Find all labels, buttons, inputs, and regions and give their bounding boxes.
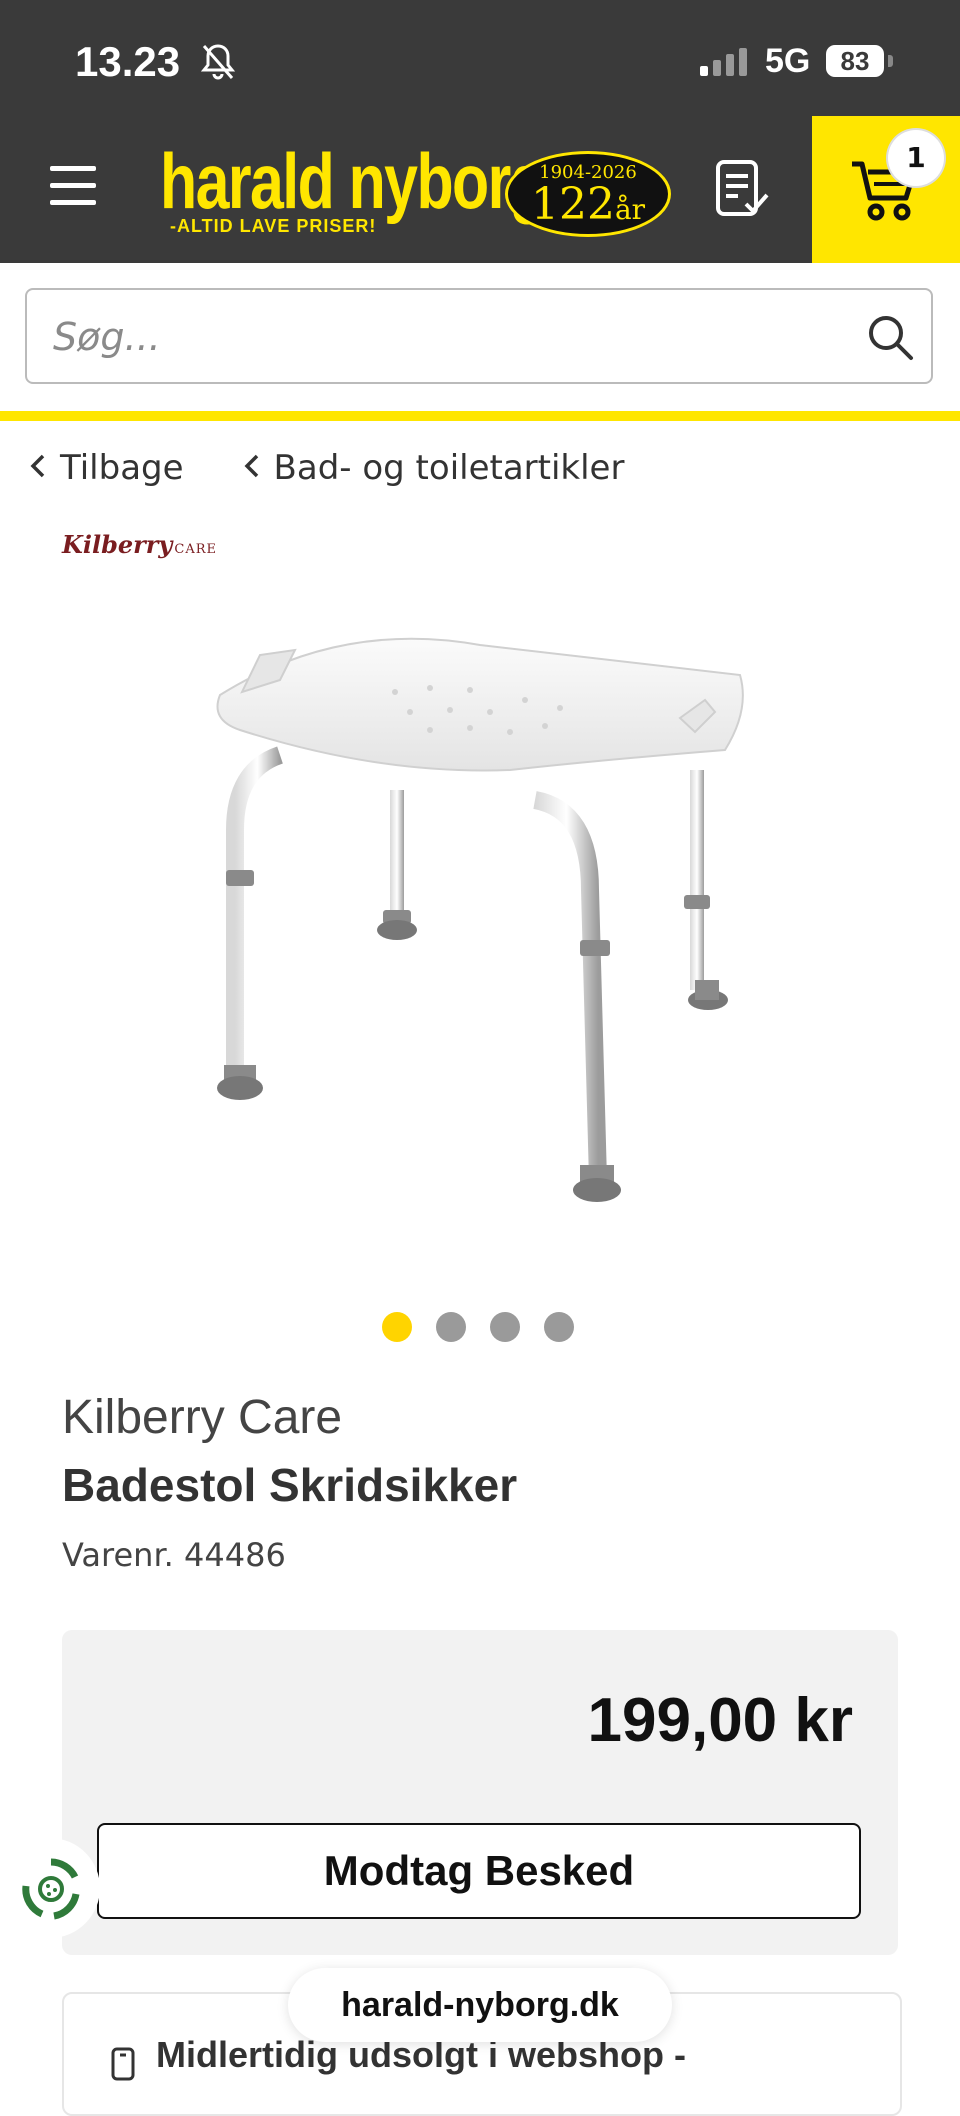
network-label: 5G bbox=[765, 42, 811, 80]
recycle-badge[interactable] bbox=[0, 1838, 100, 1938]
anniversary-number: 122 bbox=[530, 179, 615, 230]
brand-logo-suffix: CARE bbox=[174, 542, 218, 557]
product-title: Badestol Skridsikker bbox=[62, 1459, 518, 1511]
cart-button[interactable] bbox=[812, 116, 960, 263]
anniversary-badge: 1904-2026 122år bbox=[505, 151, 671, 237]
phone-icon bbox=[110, 2046, 136, 2086]
browser-url-bar[interactable]: harald-nyborg.dk bbox=[288, 1968, 672, 2042]
menu-button[interactable] bbox=[50, 166, 96, 206]
product-sku: Varenr. 44486 bbox=[62, 1536, 286, 1574]
notify-me-button[interactable]: Modtag Besked bbox=[97, 1823, 861, 1919]
search-bar bbox=[25, 288, 933, 384]
signal-icon bbox=[700, 48, 747, 76]
category-link-label: Bad- og toiletartikler bbox=[273, 448, 625, 488]
header-accent-line bbox=[0, 411, 960, 421]
chevron-left-icon bbox=[244, 448, 260, 488]
battery-tip bbox=[888, 55, 893, 67]
product-image[interactable] bbox=[180, 600, 780, 1230]
brand-logo: Kilberry CARE bbox=[62, 530, 217, 559]
pagination-dot[interactable] bbox=[490, 1312, 520, 1342]
pagination-dot[interactable] bbox=[544, 1312, 574, 1342]
image-pagination bbox=[382, 1312, 574, 1342]
product-price: 199,00 kr bbox=[587, 1686, 853, 1755]
price-panel: 199,00 kr Modtag Besked bbox=[62, 1630, 898, 1955]
search-icon[interactable] bbox=[865, 312, 915, 366]
category-link[interactable]: Bad- og toiletartikler bbox=[244, 448, 625, 488]
bell-muted-icon bbox=[200, 42, 236, 86]
status-bar: 13.23 5G 83 bbox=[0, 0, 960, 116]
product-brand: Kilberry Care bbox=[62, 1391, 343, 1444]
recycle-icon bbox=[18, 1856, 84, 1926]
battery-indicator: 83 bbox=[826, 45, 884, 77]
search-input[interactable] bbox=[51, 290, 835, 384]
pagination-dot[interactable] bbox=[382, 1312, 412, 1342]
chevron-left-icon bbox=[30, 448, 46, 488]
back-link-label: Tilbage bbox=[60, 448, 184, 488]
site-header: harald nyborg -ALTID LAVE PRISER! 1904-2… bbox=[0, 116, 960, 263]
cart-count-badge: 1 bbox=[888, 130, 944, 186]
breadcrumb: Tilbage Bad- og toiletartikler bbox=[30, 448, 624, 488]
status-time: 13.23 bbox=[75, 38, 181, 85]
brand-logo-name: Kilberry bbox=[62, 530, 173, 559]
logo-name: harald nyborg bbox=[160, 137, 547, 225]
pagination-dot[interactable] bbox=[436, 1312, 466, 1342]
shopping-list-icon[interactable] bbox=[712, 158, 774, 224]
back-link[interactable]: Tilbage bbox=[30, 448, 184, 488]
anniversary-suffix: år bbox=[614, 193, 646, 226]
